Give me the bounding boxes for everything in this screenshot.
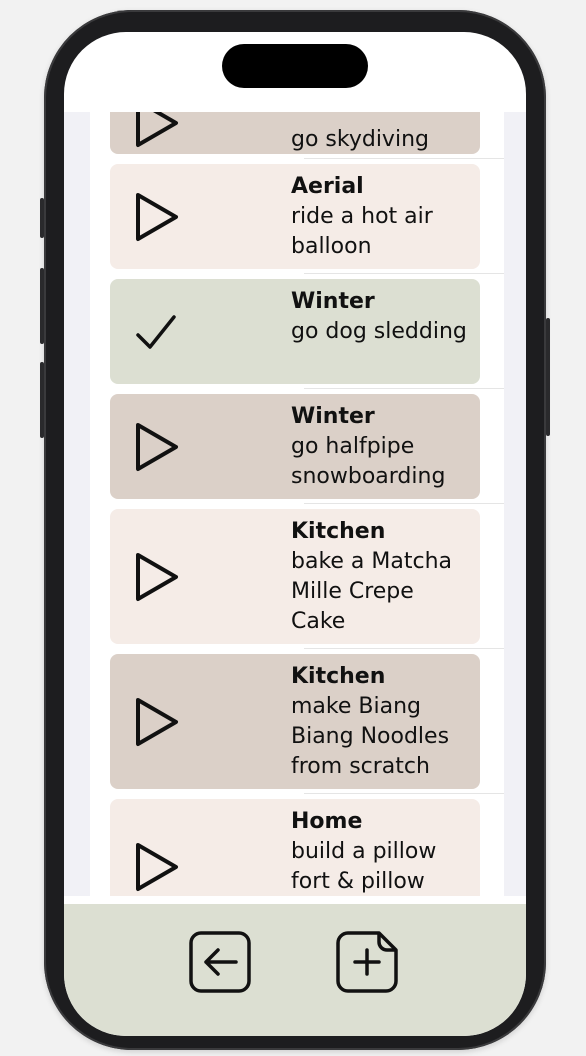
activity-card[interactable]: Winter go dog sledding (110, 279, 480, 384)
list-item[interactable]: Aerial ride a hot air balloon (90, 164, 504, 274)
document-plus-icon (336, 931, 398, 993)
activity-title: Home (291, 809, 363, 834)
activity-title: Aerial (291, 174, 364, 199)
row-divider (304, 648, 504, 649)
play-icon[interactable] (132, 694, 182, 750)
volume-down-button (40, 362, 44, 438)
activity-title: Kitchen (291, 519, 386, 544)
play-icon[interactable] (132, 112, 182, 151)
mute-switch (40, 198, 44, 238)
list-item[interactable]: go skydiving (90, 112, 504, 159)
play-icon[interactable] (132, 419, 182, 475)
activity-list[interactable]: go skydiving Aerial ride a hot air ballo… (90, 112, 504, 896)
play-icon[interactable] (132, 549, 182, 605)
row-divider (304, 388, 504, 389)
play-icon[interactable] (132, 189, 182, 245)
activity-description: ride a hot air balloon (291, 204, 433, 259)
activity-card[interactable]: Kitchen bake a Matcha Mille Crepe Cake (110, 509, 480, 644)
list-item[interactable]: Winter go dog sledding (90, 279, 504, 389)
activity-card[interactable]: Kitchen make Biang Biang Noodles from sc… (110, 654, 480, 789)
activity-card[interactable]: go skydiving (110, 112, 480, 154)
activity-description: bake a Matcha Mille Crepe Cake (291, 549, 453, 634)
checkmark-icon[interactable] (132, 311, 182, 355)
add-button[interactable] (335, 930, 399, 994)
activity-title: Kitchen (291, 664, 386, 689)
row-divider (304, 503, 504, 504)
power-button (546, 318, 550, 436)
row-divider (304, 273, 504, 274)
activity-description: go halfpipe snowboarding (291, 434, 446, 489)
activity-description: build a pillow fort & pillow (291, 839, 437, 894)
activity-card[interactable]: Home build a pillow fort & pillow (110, 799, 480, 896)
activity-title: Winter (291, 404, 375, 429)
dynamic-island (222, 44, 368, 88)
list-item[interactable]: Kitchen make Biang Biang Noodles from sc… (90, 654, 504, 794)
activity-card[interactable]: Aerial ride a hot air balloon (110, 164, 480, 269)
activity-list-area[interactable]: go skydiving Aerial ride a hot air ballo… (64, 112, 526, 896)
activity-description: go skydiving (291, 127, 429, 152)
arrow-left-square-icon (189, 931, 251, 993)
play-icon[interactable] (132, 839, 182, 895)
row-divider (304, 793, 504, 794)
activity-title: Winter (291, 289, 375, 314)
list-item[interactable]: Home build a pillow fort & pillow (90, 799, 504, 896)
screen: go skydiving Aerial ride a hot air ballo… (64, 32, 526, 1036)
row-divider (304, 158, 504, 159)
activity-card[interactable]: Winter go halfpipe snowboarding (110, 394, 480, 499)
list-item[interactable]: Winter go halfpipe snowboarding (90, 394, 504, 504)
list-item[interactable]: Kitchen bake a Matcha Mille Crepe Cake (90, 509, 504, 649)
bottom-toolbar (64, 904, 526, 1036)
back-button[interactable] (188, 930, 252, 994)
volume-up-button (40, 268, 44, 344)
activity-description: go dog sledding (291, 319, 467, 344)
activity-description: make Biang Biang Noodles from scratch (291, 694, 450, 779)
